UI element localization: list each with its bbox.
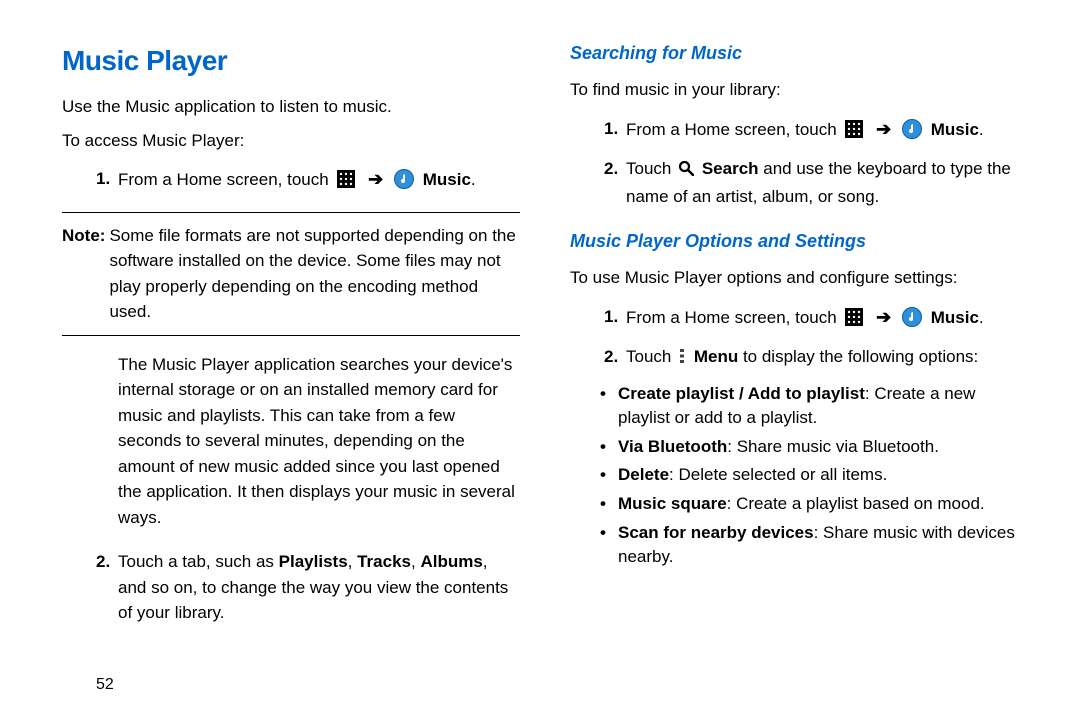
bullet-title: Via Bluetooth <box>618 437 727 456</box>
page-number: 52 <box>96 676 114 694</box>
music-label: Music <box>931 308 979 327</box>
text-fragment: . <box>979 120 984 139</box>
bullet-title: Delete <box>618 465 669 484</box>
text-fragment: , <box>348 552 357 571</box>
text-fragment: From a Home screen, touch <box>626 120 841 139</box>
arrow-right-icon: ➔ <box>876 116 891 143</box>
menu-label: Menu <box>694 347 738 366</box>
step-text: From a Home screen, touch ➔ Music. <box>118 166 520 197</box>
text-fragment: From a Home screen, touch <box>118 170 333 189</box>
text-fragment: From a Home screen, touch <box>626 308 841 327</box>
options-intro: To use Music Player options and configur… <box>570 265 1028 291</box>
subsection-searching: Searching for Music <box>570 40 1028 67</box>
search-icon <box>678 158 694 184</box>
search-step-1: 1. From a Home screen, touch ➔ Music. <box>570 111 1028 152</box>
apps-grid-icon <box>337 170 355 196</box>
text-fragment: Touch <box>626 159 676 178</box>
music-app-icon <box>902 119 922 147</box>
music-app-icon <box>902 307 922 335</box>
step-number: 2. <box>96 549 118 626</box>
left-column: Music Player Use the Music application t… <box>62 40 520 700</box>
step-text: From a Home screen, touch ➔ Music. <box>626 304 1028 335</box>
step-number: 2. <box>604 344 626 373</box>
apps-grid-icon <box>845 308 863 334</box>
text-fragment: Touch <box>626 347 676 366</box>
intro-line-1: Use the Music application to listen to m… <box>62 94 520 120</box>
step-text: Touch Search and use the keyboard to typ… <box>626 156 1028 209</box>
bullet-text: : Create a playlist based on mood. <box>727 494 985 513</box>
bullet-title: Scan for nearby devices <box>618 523 814 542</box>
tracks-label: Tracks <box>357 552 411 571</box>
section-title: Music Player <box>62 40 520 82</box>
apps-grid-icon <box>845 120 863 146</box>
arrow-right-icon: ➔ <box>368 166 383 193</box>
options-step-2: 2. Touch Menu to display the following o… <box>570 339 1028 378</box>
step-1: 1. From a Home screen, touch ➔ Music. <box>62 161 520 202</box>
bullet-music-square: Music square: Create a playlist based on… <box>600 492 1028 517</box>
bullet-create-playlist: Create playlist / Add to playlist: Creat… <box>600 382 1028 431</box>
subsection-options: Music Player Options and Settings <box>570 228 1028 255</box>
bullet-title: Music square <box>618 494 727 513</box>
music-label: Music <box>423 170 471 189</box>
note-block: Note: Some file formats are not supporte… <box>62 212 520 336</box>
text-fragment: to display the following options: <box>738 347 978 366</box>
right-column: Searching for Music To find music in you… <box>570 40 1028 700</box>
albums-label: Albums <box>420 552 482 571</box>
bullet-text: : Delete selected or all items. <box>669 465 887 484</box>
step-number: 2. <box>604 156 626 209</box>
step-2: 2. Touch a tab, such as Playlists, Track… <box>62 544 520 631</box>
bullet-delete: Delete: Delete selected or all items. <box>600 463 1028 488</box>
options-bullets: Create playlist / Add to playlist : Creat… <box>600 382 1028 570</box>
bullet-text: : Share music via Bluetooth. <box>727 437 939 456</box>
step-text: Touch a tab, such as Playlists, Tracks, … <box>118 549 520 626</box>
search-label: Search <box>702 159 759 178</box>
intro-line-2: To access Music Player: <box>62 128 520 154</box>
music-app-icon <box>394 169 414 197</box>
step-text: Touch Menu to display the following opti… <box>626 344 1028 373</box>
text-fragment: . <box>979 308 984 327</box>
search-description: The Music Player application searches yo… <box>118 352 520 531</box>
bullet-title: Create playlist / Add to playlist <box>618 384 865 403</box>
note-body: Some file formats are not supported depe… <box>109 223 520 325</box>
search-intro: To find music in your library: <box>570 77 1028 103</box>
playlists-label: Playlists <box>279 552 348 571</box>
text-fragment: Touch a tab, such as <box>118 552 279 571</box>
arrow-right-icon: ➔ <box>876 304 891 331</box>
options-step-1: 1. From a Home screen, touch ➔ Music. <box>570 299 1028 340</box>
text-fragment: . <box>471 170 476 189</box>
step-number: 1. <box>96 166 118 197</box>
note-label: Note: <box>62 223 105 325</box>
step-text: From a Home screen, touch ➔ Music. <box>626 116 1028 147</box>
search-step-2: 2. Touch Search and use the keyboard to … <box>570 151 1028 214</box>
step-number: 1. <box>604 304 626 335</box>
bullet-scan-nearby: Scan for nearby devices: Share music wit… <box>600 521 1028 570</box>
menu-icon <box>678 347 686 373</box>
music-label: Music <box>931 120 979 139</box>
step-number: 1. <box>604 116 626 147</box>
bullet-via-bluetooth: Via Bluetooth: Share music via Bluetooth… <box>600 435 1028 460</box>
